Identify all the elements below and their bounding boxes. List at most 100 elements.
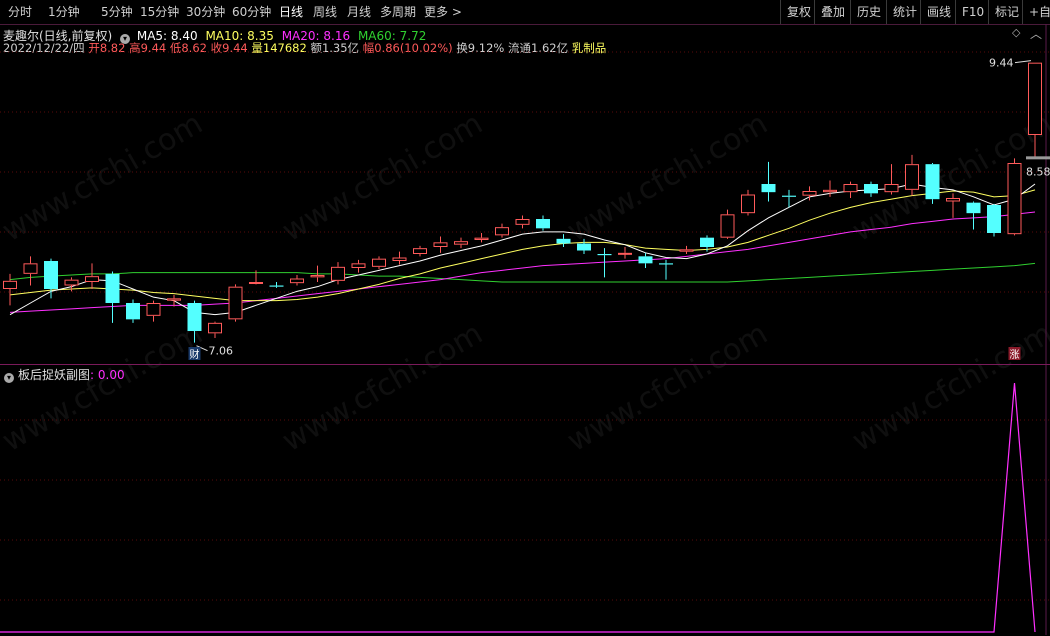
candle-body [864,184,878,194]
tab-more-label: 更多 [424,5,449,19]
candle [269,282,284,288]
candle [126,299,140,323]
candle-body [126,303,140,320]
candle-body [536,219,550,229]
candle-body [741,194,755,214]
candle-body [310,275,325,278]
candlestick-chart[interactable]: 9.44 7.06 8.58 - 8.62 财 涨 [0,24,1050,364]
candle-body [187,303,202,331]
candle-body [23,263,38,274]
candle [987,203,1001,237]
candle-body [3,280,17,290]
candle-body [85,276,99,283]
btn-add-watchlist[interactable]: +自选 [1022,0,1050,24]
candle [864,181,878,197]
candle-body [905,164,919,190]
high-price-pointer [1014,60,1032,64]
btn-history[interactable]: 历史 [850,0,887,24]
period-toolbar: 分时 1分钟 5分钟 15分钟 30分钟 60分钟 日线 周线 月线 多周期 更… [0,0,1050,25]
candle-body [146,303,161,316]
tab-daily[interactable]: 日线 [279,3,303,20]
btn-fuquan[interactable]: 复权 [780,0,817,24]
candle [802,186,817,201]
candle [925,163,940,204]
candle [515,215,530,229]
candle-body [1028,62,1042,136]
tab-30min[interactable]: 30分钟 [186,3,225,20]
candle [187,300,202,343]
ma60-line [9,262,1036,283]
candle [741,189,755,216]
tab-fenshi[interactable]: 分时 [8,3,32,20]
candle-body [597,254,612,256]
high-price-label: 9.44 [989,57,1014,70]
btn-stats[interactable]: 统计 [886,0,923,24]
candle-body [167,298,181,301]
candle-body [843,184,858,193]
low-price-label: 7.06 [209,345,234,358]
candle [23,256,38,286]
candle [761,161,776,202]
candle [536,215,550,231]
chevron-right-icon: > [448,5,462,19]
price-range-bar [1026,156,1050,160]
tab-5min[interactable]: 5分钟 [101,3,133,20]
candle [843,181,858,198]
candle [290,275,304,286]
tab-1min[interactable]: 1分钟 [48,3,80,20]
btn-mark[interactable]: 标记 [988,0,1025,24]
candle-body [515,219,530,225]
candle [1028,62,1042,159]
candle [577,238,591,254]
candle [3,273,17,306]
tab-60min[interactable]: 60分钟 [232,3,271,20]
candle [946,193,960,218]
candle [720,209,735,239]
candle-body [577,243,591,251]
candle-body [249,282,263,284]
tab-15min[interactable]: 15分钟 [140,3,179,20]
candle-body [966,202,981,214]
marker-cai-label: 财 [190,348,200,361]
tab-more[interactable]: 更多 > [424,3,462,20]
tab-multi-period[interactable]: 多周期 [380,3,416,20]
btn-overlay[interactable]: 叠加 [814,0,851,24]
candle [1007,158,1022,236]
candle-body [331,266,345,281]
candle-body [802,191,817,196]
tab-weekly[interactable]: 周线 [313,3,337,20]
candle [372,256,386,270]
candle [351,259,366,273]
candle [966,201,981,230]
sub-indicator-chart[interactable] [0,365,1050,635]
candle [659,259,673,280]
ma10-line [9,189,1036,302]
candle-body [946,198,960,202]
btn-f10[interactable]: F10 [955,0,990,24]
candle-body [290,278,304,284]
candle [85,263,99,289]
candle-body [474,237,489,241]
candle-body [372,258,386,267]
candle-body [269,285,284,287]
marker-zhang-label: 涨 [1010,349,1020,361]
candle [679,245,694,254]
candle-body [1007,163,1022,235]
candle-body [823,189,837,193]
candle-body [987,205,1001,233]
candle [556,234,571,247]
candle [905,154,919,196]
candle [167,294,181,307]
candle-body [64,279,79,286]
candle [44,258,58,299]
candle-body [228,286,243,320]
candle-body [495,227,509,236]
candle-body [413,248,427,255]
candle-body [679,249,694,252]
tab-monthly[interactable]: 月线 [347,3,371,20]
candle-body [638,256,653,264]
candle [618,247,632,259]
price-range-label: 8.58 - 8.62 [1026,165,1050,178]
candle-body [782,195,796,197]
btn-draw[interactable]: 画线 [920,0,957,24]
